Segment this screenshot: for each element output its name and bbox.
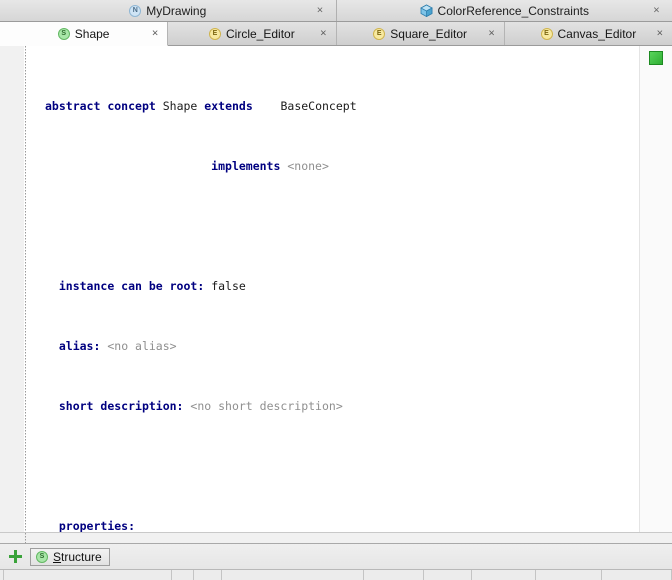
editor-circle-e-icon: E — [541, 28, 553, 40]
status-cell — [4, 570, 172, 580]
close-icon[interactable]: × — [152, 28, 158, 39]
keyword-implements: implements — [211, 159, 280, 173]
code-line-properties-header[interactable]: properties: — [24, 519, 639, 532]
editor-tab-label: Canvas_Editor — [558, 27, 637, 41]
close-icon[interactable]: × — [651, 5, 662, 16]
editor-left-gutter[interactable] — [0, 46, 24, 532]
editor-tab-row: S Shape × E Circle_Editor × E Square_Edi… — [0, 22, 672, 46]
section-properties: properties: — [59, 519, 135, 532]
status-cell — [424, 570, 472, 580]
keyword-abstract: abstract — [45, 99, 100, 113]
gutter-dotted-rule — [25, 46, 26, 532]
status-cell — [194, 570, 222, 580]
top-tab-mydrawing[interactable]: N MyDrawing × — [0, 0, 337, 21]
code-line-implements[interactable]: implements <none> — [24, 159, 639, 174]
close-icon[interactable]: × — [488, 28, 494, 39]
concept-circle-s-icon: S — [58, 28, 70, 40]
editor-tab-label: Circle_Editor — [226, 27, 295, 41]
tab-shape[interactable]: S Shape × — [0, 22, 168, 46]
top-tab-row: N MyDrawing × ColorReference_Constraints… — [0, 0, 672, 22]
tab-canvas-editor[interactable]: E Canvas_Editor × — [505, 22, 672, 45]
green-ok-marker-icon[interactable] — [649, 51, 663, 65]
status-cell — [602, 570, 672, 580]
toolwindow-bar: S Structure — [0, 543, 672, 569]
value-instance-can-be-root[interactable]: false — [211, 279, 246, 293]
label-instance-can-be-root: instance can be root: — [59, 279, 204, 293]
editor-area[interactable]: abstract concept Shape extends BaseConce… — [0, 46, 672, 532]
value-alias[interactable]: <no alias> — [107, 339, 176, 353]
editor-bottom-strip — [0, 532, 672, 543]
status-cell — [172, 570, 194, 580]
status-cell — [364, 570, 424, 580]
label-alias: alias: — [59, 339, 101, 353]
model-cube-icon — [420, 4, 433, 17]
tab-square-editor[interactable]: E Square_Editor × — [337, 22, 505, 45]
top-tab-label: ColorReference_Constraints — [438, 4, 589, 18]
code-line-alias[interactable]: alias: <no alias> — [24, 339, 639, 354]
keyword-concept: concept — [107, 99, 155, 113]
extends-value[interactable]: BaseConcept — [280, 99, 356, 113]
close-icon[interactable]: × — [657, 28, 663, 39]
add-icon[interactable] — [8, 549, 23, 564]
label-short-description: short description: — [59, 399, 184, 413]
editor-marker-gutter[interactable] — [639, 46, 672, 532]
keyword-extends: extends — [204, 99, 252, 113]
status-cell — [536, 570, 602, 580]
structure-label-mnemonic: S — [53, 550, 61, 564]
structure-button-label: Structure — [53, 550, 102, 564]
value-short-description[interactable]: <no short description> — [190, 399, 342, 413]
structure-tool-button[interactable]: S Structure — [30, 548, 110, 566]
top-tab-label: MyDrawing — [146, 4, 206, 18]
code-line-blank — [24, 219, 639, 234]
code-line-blank — [24, 459, 639, 474]
status-cell — [222, 570, 364, 580]
concept-name[interactable]: Shape — [163, 99, 198, 113]
structure-label-rest: tructure — [61, 550, 102, 564]
code-canvas[interactable]: abstract concept Shape extends BaseConce… — [24, 46, 639, 532]
status-cell — [472, 570, 536, 580]
implements-value[interactable]: <none> — [287, 159, 329, 173]
editor-tab-label: Shape — [75, 27, 110, 41]
close-icon[interactable]: × — [315, 5, 326, 16]
node-circle-n-icon: N — [129, 5, 141, 17]
code-line-instance-can-be-root[interactable]: instance can be root: false — [24, 279, 639, 294]
gutter-dotted-rule-bottom — [25, 533, 26, 543]
code-line-declaration[interactable]: abstract concept Shape extends BaseConce… — [24, 99, 639, 114]
status-bar — [0, 569, 672, 580]
editor-tab-label: Square_Editor — [390, 27, 467, 41]
top-tab-colorreference-constraints[interactable]: ColorReference_Constraints × — [337, 0, 672, 21]
concept-declaration-code: abstract concept Shape extends BaseConce… — [24, 46, 639, 532]
editor-circle-e-icon: E — [373, 28, 385, 40]
close-icon[interactable]: × — [320, 28, 326, 39]
structure-circle-s-icon: S — [36, 551, 48, 563]
tab-circle-editor[interactable]: E Circle_Editor × — [168, 22, 336, 45]
ide-window: N MyDrawing × ColorReference_Constraints… — [0, 0, 672, 580]
code-line-short-description[interactable]: short description: <no short description… — [24, 399, 639, 414]
editor-circle-e-icon: E — [209, 28, 221, 40]
